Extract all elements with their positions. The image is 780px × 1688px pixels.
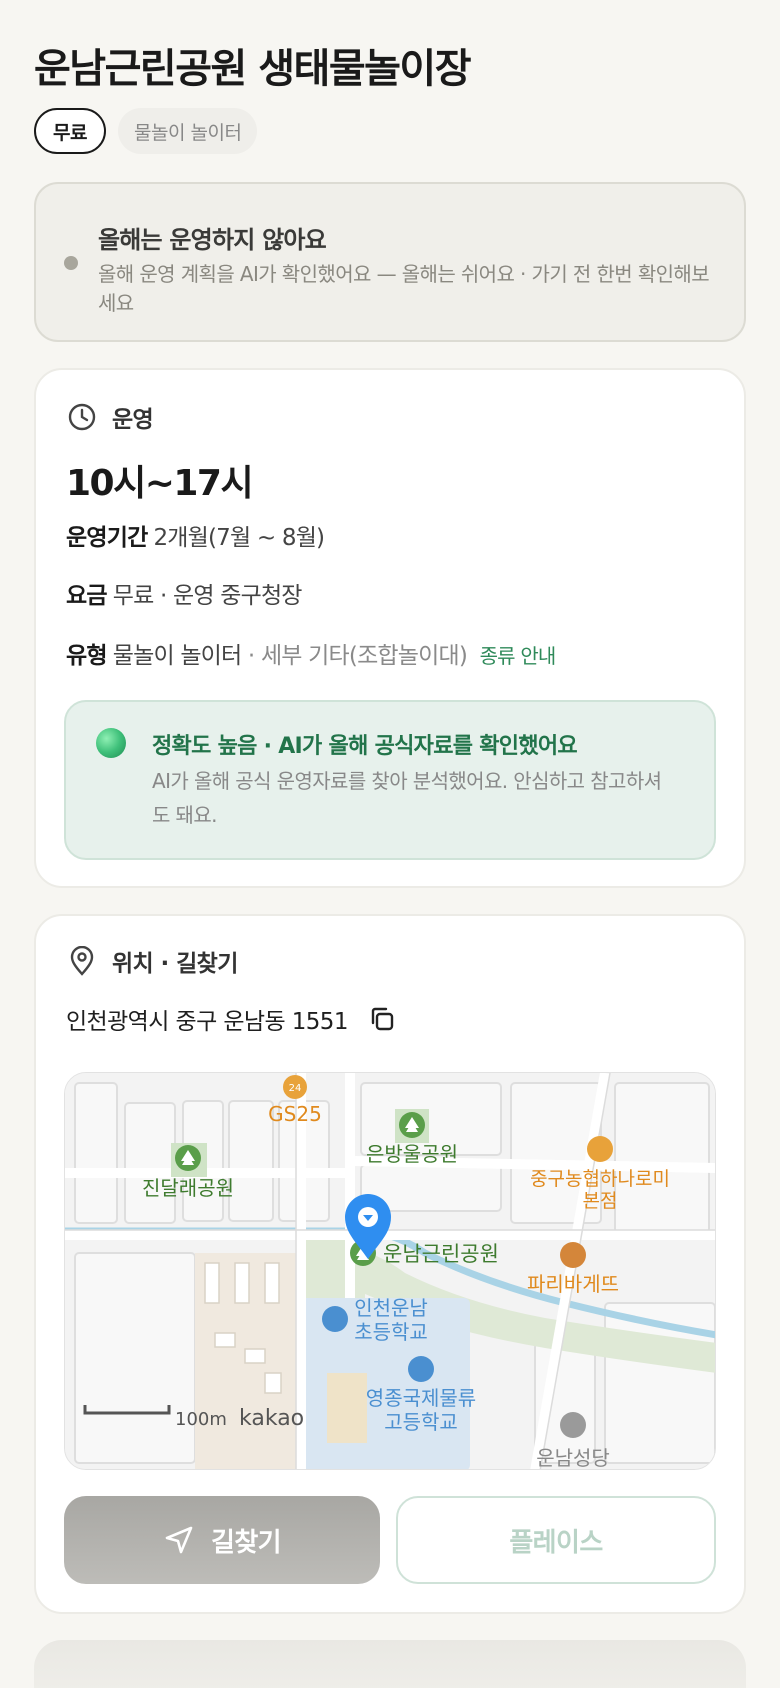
- location-pin-icon: [66, 945, 98, 977]
- closed-notice: 올해는 운영하지 않아요 올해 운영 계획을 AI가 확인했어요 — 올해는 쉬…: [34, 182, 746, 342]
- location-map[interactable]: 24 GS25 진달래공원 은방울공원 중구농협하나로미 본점 파리바게뜨 운남…: [64, 1072, 716, 1470]
- map-label-park3: 운남근린공원: [383, 1242, 499, 1266]
- type-row: 유형 물놀이 놀이터 · 세부 기타(조합놀이대) 종류 안내: [66, 636, 556, 670]
- clock-icon: [66, 401, 98, 433]
- status-dot-icon: [64, 256, 78, 270]
- accuracy-box: 정확도 높음 · AI가 올해 공식자료를 확인했어요 AI가 올해 공식 운영…: [64, 700, 716, 860]
- operation-header: 운영: [66, 400, 154, 434]
- operation-label: 운영: [112, 407, 154, 433]
- map-label-park1: 진달래공원: [142, 1176, 234, 1200]
- action-buttons: 길찾기 플레이스: [64, 1496, 716, 1584]
- map-label-school2-line1: 영종국제물류: [366, 1386, 476, 1410]
- fee-value: 무료 · 운영 중구청장: [112, 583, 303, 609]
- fee-row: 요금 무료 · 운영 중구청장: [66, 576, 302, 610]
- type-value: 물놀이 놀이터: [112, 643, 242, 669]
- operation-card: 운영 10시~17시 운영기간 2개월(7월 ~ 8월) 요금 무료 · 운영 중구…: [34, 368, 746, 888]
- period-label: 운영기간: [66, 525, 148, 551]
- map-brand-logo: kakao: [239, 1406, 304, 1431]
- map-label-gs25: GS25: [268, 1102, 322, 1126]
- type-detail: · 세부 기타(조합놀이대): [247, 643, 468, 669]
- chip-category[interactable]: 물놀이 놀이터: [118, 108, 258, 154]
- map-label-park2: 은방울공원: [366, 1142, 458, 1166]
- tag-chips: 무료 물놀이 놀이터: [34, 108, 258, 154]
- operating-hours: 10시~17시: [66, 463, 254, 504]
- map-scale-label: 100m: [175, 1409, 227, 1430]
- chip-free[interactable]: 무료: [34, 108, 106, 154]
- map-label-store1-line1: 중구농협하나로미: [530, 1168, 670, 1190]
- accuracy-title: 정확도 높음 · AI가 올해 공식자료를 확인했어요: [152, 734, 578, 759]
- map-label-church: 운남성당: [536, 1446, 610, 1470]
- notice-title: 올해는 운영하지 않아요: [98, 226, 327, 254]
- accuracy-description: AI가 올해 공식 운영자료를 찾아 분석했어요. 안심하고 참고하셔도 돼요.: [152, 769, 662, 827]
- next-card: [34, 1640, 746, 1688]
- directions-button[interactable]: 길찾기: [64, 1496, 380, 1584]
- directions-label: 길찾기: [211, 1526, 282, 1557]
- type-label: 유형: [66, 643, 108, 669]
- map-label-store2: 파리바게뜨: [527, 1272, 619, 1296]
- type-guide-link[interactable]: 종류 안내: [480, 644, 557, 668]
- location-label: 위치 · 길찾기: [112, 951, 238, 977]
- place-button[interactable]: 플레이스: [396, 1496, 716, 1584]
- map-label-store1-line2: 본점: [583, 1190, 618, 1212]
- map-label-school2-line2: 고등학교: [384, 1410, 458, 1434]
- map-label-school1-line2: 초등학교: [354, 1320, 428, 1344]
- location-header: 위치 · 길찾기: [66, 944, 238, 978]
- accuracy-dot-icon: [96, 728, 126, 758]
- map-label-school1-line1: 인천운남: [354, 1296, 428, 1320]
- notice-description: 올해 운영 계획을 AI가 확인했어요 — 올해는 쉬어요 · 가기 전 한번 …: [98, 262, 710, 315]
- gs25-badge-text: 24: [289, 1083, 302, 1094]
- page-title: 운남근린공원 생태물놀이장: [34, 46, 472, 92]
- fee-label: 요금: [66, 583, 108, 609]
- period-row: 운영기간 2개월(7월 ~ 8월): [66, 518, 325, 552]
- address-row: 인천광역시 중구 운남동 1551: [66, 1002, 398, 1036]
- navigation-arrow-icon: [163, 1524, 195, 1556]
- location-card: 위치 · 길찾기 인천광역시 중구 운남동 1551 24 GS25 진달래공원…: [34, 914, 746, 1614]
- period-value: 2개월(7월 ~ 8월): [153, 525, 325, 551]
- address-text: 인천광역시 중구 운남동 1551: [66, 1009, 348, 1035]
- copy-icon[interactable]: [366, 1003, 398, 1035]
